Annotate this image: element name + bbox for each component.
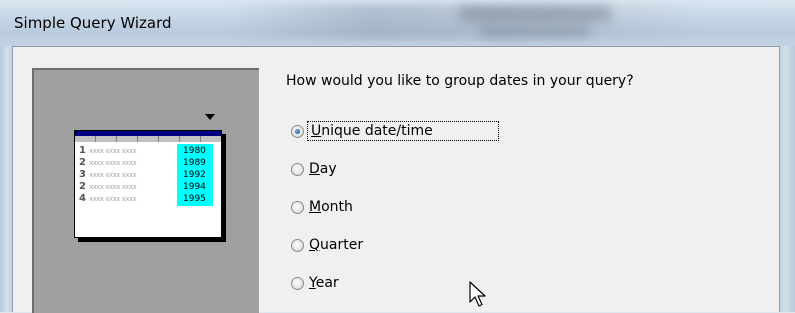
- option-label-text: uarter: [320, 237, 364, 253]
- radio-button[interactable]: [291, 200, 304, 214]
- mouse-pointer-icon: [469, 281, 486, 307]
- access-key: Q: [309, 237, 321, 253]
- sample-row-year: 1989: [183, 158, 206, 168]
- window-frame-left: [0, 46, 12, 312]
- option-label[interactable]: Year: [309, 275, 339, 291]
- radio-button[interactable]: [291, 124, 304, 138]
- down-arrow-icon: [205, 114, 215, 120]
- option-day[interactable]: Day: [291, 158, 337, 180]
- access-key: D: [309, 161, 320, 177]
- wizard-client-area: 1 xxxx xxxx xxxx 1980 2 xxxx xxxx xxxx 1989 3 x…: [12, 46, 780, 313]
- sample-row-filler: xxxx xxxx xxxx: [89, 171, 137, 179]
- sample-table-row: 2 xxxx xxxx xxxx 1994: [79, 181, 219, 193]
- table-shadow: [78, 238, 226, 242]
- sample-row-year: 1994: [183, 182, 206, 192]
- sample-table-row: 4 xxxx xxxx xxxx 1995: [79, 193, 219, 205]
- window-frame-right: [780, 46, 795, 312]
- title-bar[interactable]: Simple Query Wizard: [0, 0, 795, 46]
- sample-row-year: 1995: [183, 194, 206, 204]
- option-label-text: onth: [321, 199, 353, 215]
- sample-row-number: 4: [79, 193, 86, 204]
- option-label-text: ay: [319, 161, 337, 177]
- table-shadow: [222, 134, 226, 241]
- option-label[interactable]: Unique date/time: [307, 121, 499, 141]
- option-label-text: nique date/time: [321, 123, 433, 139]
- window-title: Simple Query Wizard: [14, 14, 172, 32]
- sample-row-filler: xxxx xxxx xxxx: [89, 195, 137, 203]
- sample-row-year: 1980: [183, 146, 206, 156]
- radio-button[interactable]: [291, 276, 304, 290]
- access-key: Y: [309, 275, 316, 291]
- sample-table-illustration: 1 xxxx xxxx xxxx 1980 2 xxxx xxxx xxxx 1989 3 x…: [74, 130, 222, 238]
- option-label-text: ear: [315, 275, 339, 291]
- option-quarter[interactable]: Quarter: [291, 234, 363, 256]
- sample-table-row: 2 xxxx xxxx xxxx 1989: [79, 157, 219, 169]
- sample-row-number: 3: [79, 169, 86, 180]
- option-label[interactable]: Quarter: [309, 237, 363, 253]
- radio-button[interactable]: [291, 238, 304, 252]
- sample-table-row: 1 xxxx xxxx xxxx 1980: [79, 145, 219, 157]
- background-blur: [480, 24, 590, 38]
- background-blur: [460, 6, 610, 22]
- option-unique-date-time[interactable]: Unique date/time: [291, 120, 499, 142]
- illustration-panel: 1 xxxx xxxx xxxx 1980 2 xxxx xxxx xxxx 1989 3 x…: [32, 68, 259, 313]
- sample-row-filler: xxxx xxxx xxxx: [89, 183, 137, 191]
- sample-row-filler: xxxx xxxx xxxx: [89, 147, 137, 155]
- sample-row-year: 1992: [183, 170, 206, 180]
- option-month[interactable]: Month: [291, 196, 353, 218]
- sample-row-number: 1: [79, 145, 86, 156]
- sample-table-column-headers: [75, 136, 221, 142]
- option-year[interactable]: Year: [291, 272, 339, 294]
- sample-row-number: 2: [79, 157, 86, 168]
- sample-row-filler: xxxx xxxx xxxx: [89, 159, 137, 167]
- radio-button[interactable]: [291, 162, 304, 176]
- option-label[interactable]: Day: [309, 161, 337, 177]
- option-label[interactable]: Month: [309, 199, 353, 215]
- access-key: M: [309, 199, 322, 215]
- sample-table-row: 3 xxxx xxxx xxxx 1992: [79, 169, 219, 181]
- access-key: U: [311, 123, 322, 139]
- group-dates-question: How would you like to group dates in you…: [286, 73, 634, 89]
- sample-row-number: 2: [79, 181, 86, 192]
